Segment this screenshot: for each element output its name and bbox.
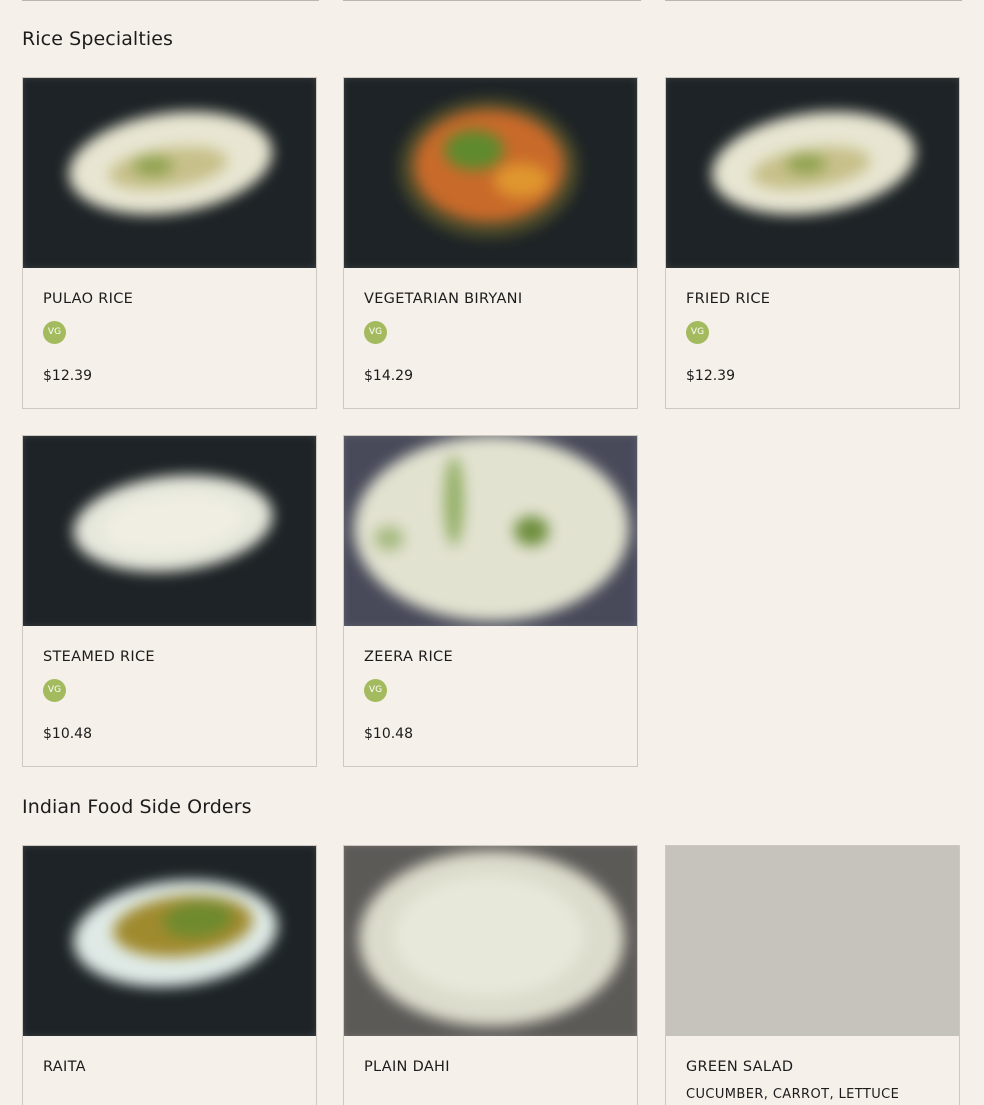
item-name: VEGETARIAN BIRYANI: [364, 291, 523, 307]
vg-badge-icon: VG: [43, 321, 66, 344]
item-name: FRIED RICE: [686, 291, 771, 307]
menu-item-card[interactable]: PLAIN DAHI: [343, 845, 638, 1105]
menu-item-card[interactable]: FRIED RICE VG $12.39: [665, 77, 960, 409]
item-price: $12.39: [43, 368, 92, 384]
item-name: GREEN SALAD: [686, 1059, 794, 1075]
item-name: STEAMED RICE: [43, 649, 155, 665]
dish-photo: [344, 78, 637, 268]
dish-photo: [23, 846, 316, 1036]
vg-badge-icon: VG: [364, 321, 387, 344]
dish-photo: [344, 436, 637, 626]
vg-badge-icon: VG: [686, 321, 709, 344]
menu-item-card[interactable]: RAITA: [22, 845, 317, 1105]
vg-badge-icon: VG: [43, 679, 66, 702]
item-price: $10.48: [364, 726, 413, 742]
vg-badge-icon: VG: [364, 679, 387, 702]
item-name: ZEERA RICE: [364, 649, 453, 665]
item-name: PLAIN DAHI: [364, 1059, 450, 1075]
item-name: RAITA: [43, 1059, 86, 1075]
dish-photo: [23, 436, 316, 626]
menu-item-card[interactable]: ZEERA RICE VG $10.48: [343, 435, 638, 767]
dish-photo: [23, 78, 316, 268]
menu-item-card[interactable]: STEAMED RICE VG $10.48: [22, 435, 317, 767]
menu-item-card[interactable]: VEGETARIAN BIRYANI VG $14.29: [343, 77, 638, 409]
item-price: $12.39: [686, 368, 735, 384]
section-title-rice-specialties: Rice Specialties: [22, 28, 174, 50]
previous-section-card-edges: [0, 0, 984, 2]
item-name: PULAO RICE: [43, 291, 134, 307]
menu-item-card[interactable]: GREEN SALAD CUCUMBER, CARROT, LETTUCE: [665, 845, 960, 1105]
menu-item-card[interactable]: PULAO RICE VG $12.39: [22, 77, 317, 409]
dish-photo: [666, 78, 959, 268]
image-placeholder: [666, 846, 959, 1036]
section-title-indian-food-side-orders: Indian Food Side Orders: [22, 796, 252, 818]
item-description: CUCUMBER, CARROT, LETTUCE: [686, 1087, 900, 1102]
item-price: $10.48: [43, 726, 92, 742]
dish-photo: [344, 846, 637, 1036]
item-price: $14.29: [364, 368, 413, 384]
